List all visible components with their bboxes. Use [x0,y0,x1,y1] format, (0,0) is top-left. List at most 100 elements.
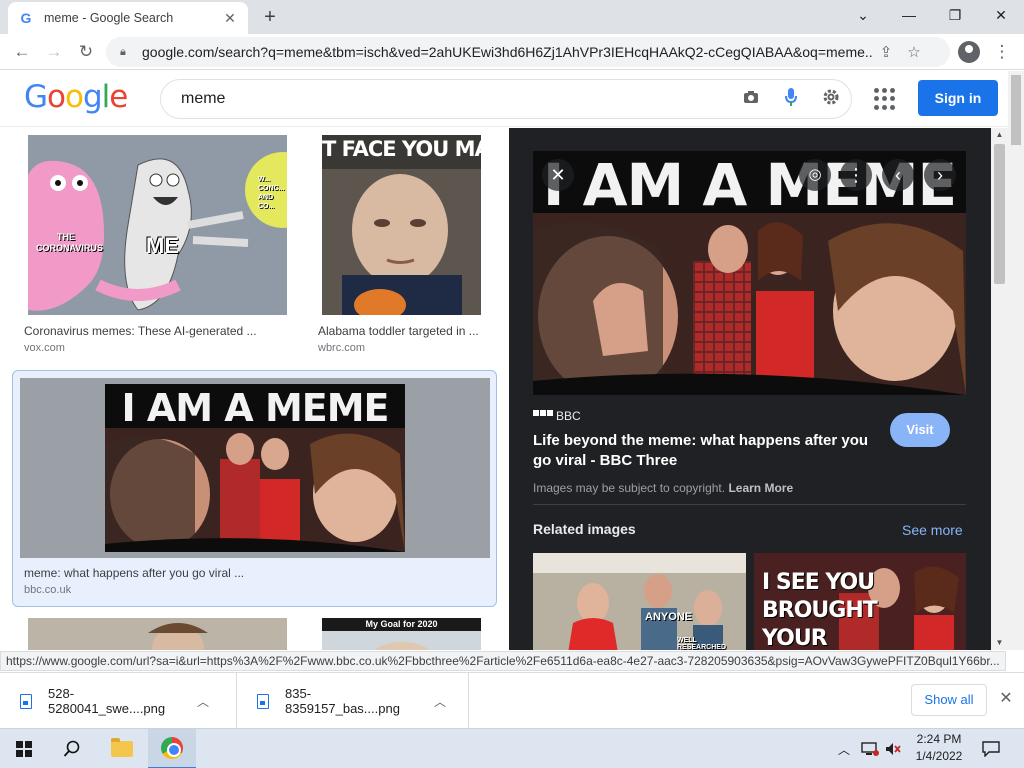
volume-muted-icon[interactable] [884,729,902,768]
download-item[interactable]: 528-5280041_swe....png ︿ [0,673,237,729]
related-image[interactable]: I SEE YOU BROUGHT YOUR OTTER... [754,553,966,650]
camera-icon[interactable] [731,89,771,109]
search-input[interactable]: meme [181,90,731,108]
result-thumbnail[interactable]: I AM A MEME [20,378,490,558]
meme-label: W... CONC... AND CO... [258,176,285,210]
result-card[interactable]: THE CORONAVIRUS ME W... CONC... AND CO..… [0,128,300,368]
see-more-link[interactable]: See more [902,522,963,538]
microphone-icon[interactable] [771,87,811,111]
google-favicon-icon: G [20,10,32,26]
chevron-up-icon[interactable]: ︿ [188,693,218,710]
chevron-up-icon[interactable]: ︿ [425,693,455,710]
start-button[interactable] [0,729,48,768]
address-bar[interactable]: 🔒︎ google.com/search?q=meme&tbm=isch&ved… [106,37,950,67]
copyright-notice: Images may be subject to copyright. Lear… [533,481,794,495]
kebab-menu-icon: ⋮ [847,165,865,185]
meme-label: WELL RESEARCHED [677,637,727,650]
close-window-button[interactable]: ✕ [978,0,1024,32]
download-filename[interactable]: 835-8359157_bas....png [285,686,425,716]
image-preview-panel: I AM A MEME ✕ ◎ ⋮ ‹ › BBC Life beyond th… [509,128,991,650]
gear-icon[interactable] [811,87,851,112]
arrow-right-icon: → [45,42,63,61]
result-caption[interactable]: Alabama toddler targeted in ... [318,324,479,338]
chevron-right-icon: › [937,165,943,185]
previous-image-button[interactable]: ‹ [882,159,914,191]
share-icon[interactable]: ⇪ [872,43,900,61]
restore-icon: ❐ [948,7,962,23]
result-thumbnail[interactable]: My Goal for 2020 [322,618,481,650]
meme-caption: I AM A MEME [121,386,389,430]
result-source[interactable]: vox.com [24,342,65,354]
apps-grid-icon[interactable] [874,88,896,110]
minimize-button[interactable]: — [886,0,932,32]
result-thumbnail[interactable] [28,618,287,650]
search-button[interactable] [48,729,96,768]
google-logo[interactable]: Google [24,79,128,115]
scroll-up-icon[interactable]: ▲ [991,128,1008,142]
plus-icon: + [264,6,276,28]
browser-tab[interactable]: G meme - Google Search ✕ [8,2,248,34]
minimize-icon: — [902,7,916,23]
chevron-up-icon: ︿ [838,742,851,757]
close-icon: ✕ [550,165,566,185]
tab-strip: G meme - Google Search ✕ + ⌄ — ❐ ✕ [0,0,1024,34]
search-icon [63,740,80,757]
file-explorer-button[interactable] [98,729,146,768]
page-scrollbar[interactable] [1008,71,1024,650]
preview-title[interactable]: Life beyond the meme: what happens after… [533,431,883,471]
search-box[interactable]: meme [160,79,852,119]
visit-button[interactable]: Visit [890,413,950,447]
show-all-downloads-button[interactable]: Show all [911,684,987,716]
tab-search-button[interactable]: ⌄ [840,0,886,32]
result-card[interactable]: T FACE YOU MAKI Alabama toddler targeted… [300,128,509,368]
new-tab-button[interactable]: + [258,6,282,30]
result-source[interactable]: bbc.co.uk [24,584,71,596]
result-thumbnail[interactable]: T FACE YOU MAKI [322,135,481,315]
url-text[interactable]: google.com/search?q=meme&tbm=isch&ved=2a… [142,44,872,60]
forward-button[interactable]: → [42,40,66,64]
star-icon[interactable]: ☆ [900,43,928,61]
scroll-down-icon[interactable]: ▼ [991,636,1008,650]
scrollbar-thumb[interactable] [994,144,1005,284]
reload-button[interactable]: ↻ [74,40,98,64]
panel-scrollbar[interactable]: ▲ ▼ [991,128,1008,650]
status-bar-url: https://www.google.com/url?sa=i&url=http… [0,651,1006,671]
system-clock[interactable]: 2:24 PM 1/4/2022 [904,731,974,765]
result-thumbnail[interactable]: THE CORONAVIRUS ME W... CONC... AND CO..… [28,135,287,315]
close-icon[interactable]: ✕ [996,689,1016,709]
chevron-left-icon: ‹ [895,165,901,185]
learn-more-link[interactable]: Learn More [728,481,793,495]
preview-site-name[interactable]: BBC [556,409,581,423]
notifications-button[interactable] [982,729,1000,768]
clock-date: 1/4/2022 [915,749,963,763]
result-caption[interactable]: Coronavirus memes: These AI-generated ..… [24,324,257,338]
restore-button[interactable]: ❐ [932,0,978,32]
scrollbar-thumb[interactable] [1011,75,1021,145]
windows-logo-icon [16,741,32,757]
related-image[interactable]: ANYONE WELL RESEARCHED [533,553,746,650]
divider [533,504,966,505]
result-card[interactable]: My Goal for 2020 [300,618,509,650]
tray-overflow-button[interactable]: ︿ [838,729,850,768]
back-button[interactable]: ← [10,40,34,64]
profile-avatar[interactable] [958,41,980,63]
result-caption[interactable]: meme: what happens after you go viral ..… [24,566,244,580]
browser-menu-button[interactable]: ⋮ [992,40,1012,64]
sign-in-button[interactable]: Sign in [918,80,998,116]
download-item[interactable]: 835-8359157_bas....png ︿ [237,673,469,729]
result-card[interactable] [0,618,300,650]
google-lens-button[interactable]: ◎ [799,159,831,191]
more-options-button[interactable]: ⋮ [840,159,872,191]
download-filename[interactable]: 528-5280041_swe....png [48,686,188,716]
result-card-selected[interactable]: I AM A MEME meme: what happens after you… [12,370,497,607]
related-images-heading: Related images [533,521,636,537]
network-icon[interactable] [860,729,880,768]
chrome-taskbar-button[interactable] [148,729,196,768]
result-source[interactable]: wbrc.com [318,342,365,354]
meme-label: ANYONE [645,611,693,623]
close-icon[interactable]: ✕ [222,10,238,26]
close-preview-button[interactable]: ✕ [542,159,574,191]
meme-label: T FACE YOU MAKI [322,137,481,161]
lock-icon: 🔒︎ [120,45,126,58]
next-image-button[interactable]: › [924,159,956,191]
